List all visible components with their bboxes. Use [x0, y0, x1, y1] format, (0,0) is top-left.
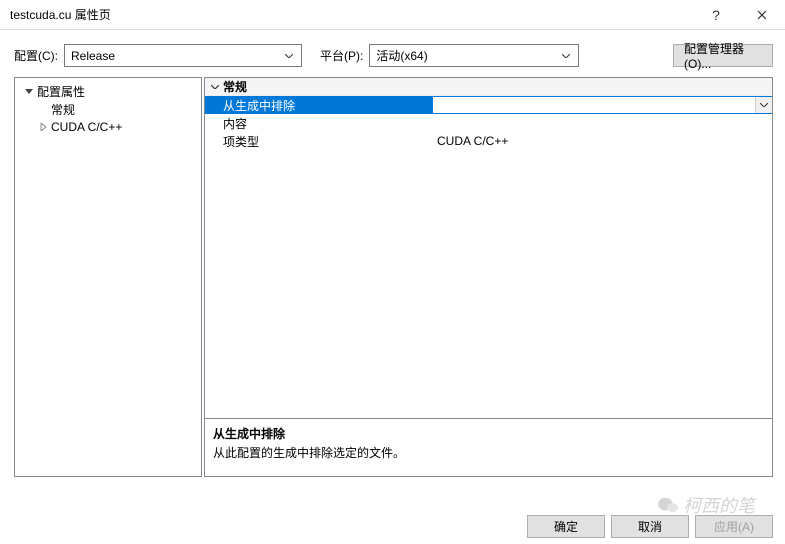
expander-open-icon — [23, 87, 35, 95]
prop-value[interactable]: CUDA C/C++ — [433, 132, 772, 150]
prop-name: 内容 — [205, 114, 433, 132]
tree-item-cuda[interactable]: CUDA C/C++ — [17, 118, 199, 136]
platform-label: 平台(P): — [320, 47, 363, 64]
prop-value[interactable] — [433, 114, 772, 132]
prop-name: 项类型 — [205, 132, 433, 150]
ok-label: 确定 — [554, 518, 578, 535]
tree-item-general[interactable]: 常规 — [17, 100, 199, 118]
prop-value-text: CUDA C/C++ — [437, 134, 508, 148]
expander-closed-icon — [37, 123, 49, 131]
config-row: 配置(C): Release 平台(P): 活动(x64) 配置管理器(O)..… — [0, 30, 785, 77]
property-panel: 常规 从生成中排除 内容 项类型 CU — [204, 77, 773, 477]
platform-combo-value: 活动(x64) — [376, 47, 558, 64]
nav-tree[interactable]: 配置属性 常规 CUDA C/C++ — [14, 77, 202, 477]
description-title: 从生成中排除 — [213, 425, 764, 442]
prop-row-exclude[interactable]: 从生成中排除 — [205, 96, 772, 114]
dialog-buttons: 确定 取消 应用(A) — [0, 507, 773, 538]
cancel-label: 取消 — [638, 518, 662, 535]
close-icon — [757, 10, 767, 20]
description-panel: 从生成中排除 从此配置的生成中排除选定的文件。 — [204, 419, 773, 477]
ok-button[interactable]: 确定 — [527, 515, 605, 538]
chevron-down-icon — [281, 54, 297, 58]
description-text: 从此配置的生成中排除选定的文件。 — [213, 444, 764, 461]
prop-row-content[interactable]: 内容 — [205, 114, 772, 132]
window-title: testcuda.cu 属性页 — [10, 6, 693, 23]
prop-name: 从生成中排除 — [205, 96, 433, 114]
group-expander-icon — [207, 85, 223, 89]
tree-item-label: CUDA C/C++ — [51, 120, 122, 134]
cancel-button[interactable]: 取消 — [611, 515, 689, 538]
group-header-label: 常规 — [223, 78, 247, 95]
tree-root-label: 配置属性 — [37, 83, 85, 100]
tree-root[interactable]: 配置属性 — [17, 82, 199, 100]
platform-combo[interactable]: 活动(x64) — [369, 44, 579, 67]
apply-button[interactable]: 应用(A) — [695, 515, 773, 538]
tree-item-label: 常规 — [51, 101, 75, 118]
group-header[interactable]: 常规 — [205, 78, 772, 96]
dropdown-arrow-icon[interactable] — [755, 97, 772, 113]
titlebar: testcuda.cu 属性页 ? — [0, 0, 785, 30]
config-manager-button[interactable]: 配置管理器(O)... — [673, 44, 773, 67]
close-button[interactable] — [739, 0, 785, 30]
property-grid[interactable]: 常规 从生成中排除 内容 项类型 CU — [204, 77, 773, 419]
config-label: 配置(C): — [14, 47, 58, 64]
prop-row-itemtype[interactable]: 项类型 CUDA C/C++ — [205, 132, 772, 150]
config-manager-label: 配置管理器(O)... — [684, 40, 762, 71]
main-area: 配置属性 常规 CUDA C/C++ 常规 从生成中排除 — [0, 77, 785, 477]
chevron-down-icon — [558, 54, 574, 58]
config-combo[interactable]: Release — [64, 44, 302, 67]
config-combo-value: Release — [71, 49, 281, 63]
prop-value[interactable] — [433, 96, 772, 114]
help-button[interactable]: ? — [693, 0, 739, 30]
apply-label: 应用(A) — [714, 518, 754, 535]
